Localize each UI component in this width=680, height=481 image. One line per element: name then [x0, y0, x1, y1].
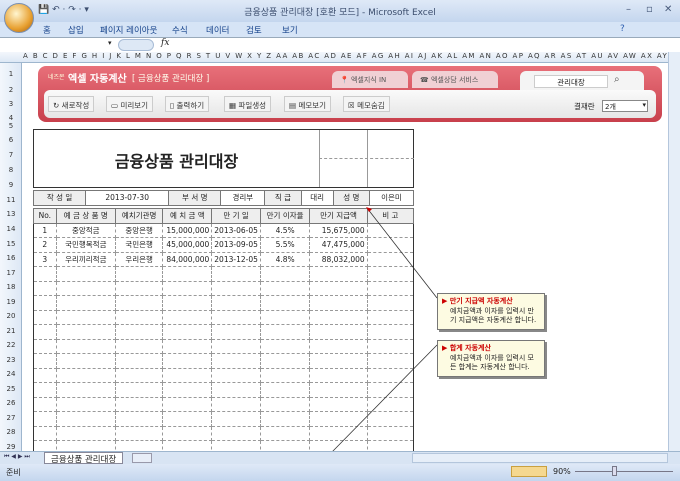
status-ready: 준비 — [6, 468, 21, 477]
note-body: 예치금액과 이자를 입력시 모든 합계는 자동계산 합니다. — [450, 353, 534, 372]
zoom-slider-thumb[interactable] — [612, 466, 617, 476]
office-button[interactable] — [4, 3, 34, 33]
insert-sheet-button[interactable] — [132, 453, 152, 463]
comment-arrows — [331, 207, 438, 453]
horizontal-scrollbar[interactable] — [412, 453, 668, 463]
comment-note[interactable]: ▶ 합계 자동계산 예치금액과 이자를 입력시 모든 합계는 자동계산 합니다. — [437, 340, 545, 377]
status-bar — [0, 464, 680, 481]
note-title: ▶ 합계 자동계산 — [442, 344, 491, 352]
zoom-level[interactable]: 90% — [553, 467, 571, 476]
arrow-head — [366, 207, 372, 212]
sheet-tab-active[interactable]: 금융상품 관리대장 — [44, 452, 124, 465]
comment-arrow — [331, 344, 438, 453]
zoom-slider[interactable] — [575, 471, 673, 472]
view-buttons[interactable] — [511, 466, 547, 477]
comment-note[interactable]: ▶ 만기 지급액 자동계산 예치금액과 이자를 입력시 만기 지급액은 자동계산 … — [437, 293, 545, 330]
sheet-nav-buttons[interactable]: ⏮ ◀ ▶ ⏭ — [4, 453, 30, 461]
comment-arrow — [366, 207, 438, 299]
note-body: 예치금액과 이자를 입력시 만기 지급액은 자동계산 합니다. — [450, 306, 537, 325]
note-title: ▶ 만기 지급액 자동계산 — [442, 297, 513, 305]
